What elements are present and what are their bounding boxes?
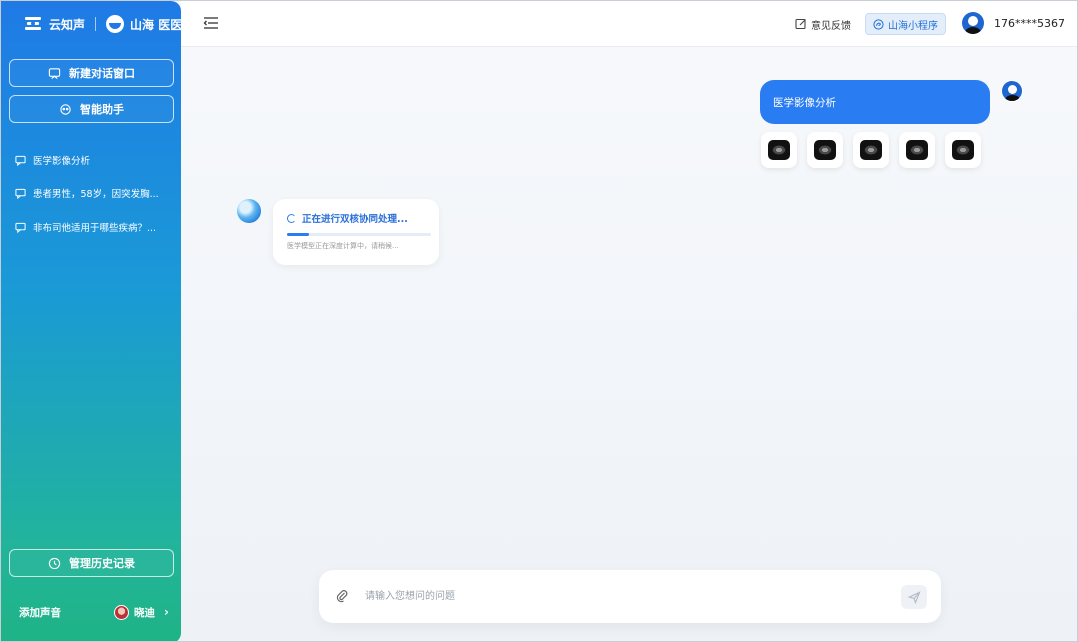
progress-fill (287, 233, 309, 236)
clock-icon (48, 557, 61, 569)
history-item-label: 非布司他适用于哪些疾病？... (33, 223, 157, 234)
feedback-button[interactable]: 意见反馈 (795, 15, 851, 33)
edit-icon (795, 18, 806, 30)
sidebar-user[interactable]: 晓迪 › (114, 604, 169, 620)
avatar[interactable] (962, 12, 984, 34)
chat-bubble-icon (15, 222, 26, 233)
scan-image (906, 140, 928, 160)
history-item-label: 患者男性，58岁，因突发胸... (33, 189, 159, 200)
mini-program-button[interactable]: 山海小程序 (865, 13, 946, 35)
send-button[interactable] (901, 585, 927, 609)
processing-title: 正在进行双核协同处理... (302, 214, 408, 225)
image-thumbnail[interactable] (761, 132, 797, 168)
send-icon (907, 590, 921, 604)
mini-program-label: 山海小程序 (888, 20, 938, 32)
user-message-bubble: 医学影像分析 (760, 80, 990, 124)
history-item[interactable]: 医学影像分析 (15, 152, 173, 168)
progress-bar (287, 233, 431, 236)
mini-program-icon (873, 18, 884, 30)
app-window: 云知声 山海 医医 新建对话窗口 智能助手 医学影像分析 患者男性，58岁，因突… (0, 0, 1078, 642)
image-thumbnail[interactable] (853, 132, 889, 168)
chat-window-icon (48, 67, 61, 79)
sidebar-user-name: 晓迪 (134, 606, 156, 619)
user-phone: 176****5367 (994, 17, 1065, 30)
paperclip-icon[interactable] (335, 589, 349, 603)
processing-status: 正在进行双核协同处理... (287, 211, 408, 225)
new-chat-label: 新建对话窗口 (69, 67, 135, 80)
avatar (114, 604, 130, 620)
history-item[interactable]: 患者男性，58岁，因突发胸... (15, 185, 173, 201)
processing-subtitle: 医学模型正在深度计算中，请稍候... (287, 242, 399, 250)
history-item[interactable]: 非布司他适用于哪些疾病？... (15, 219, 173, 235)
top-header: 意见反馈 山海小程序 176****5367 (181, 1, 1077, 47)
chat-input-bar (319, 570, 941, 623)
scan-image (768, 140, 790, 160)
feedback-label: 意见反馈 (811, 20, 851, 32)
loading-spinner-icon (287, 213, 296, 223)
manage-history-label: 管理历史记录 (69, 557, 135, 570)
image-thumbnail[interactable] (807, 132, 843, 168)
brand: 云知声 山海 医医 (23, 13, 182, 35)
scan-image (860, 140, 882, 160)
shanhai-logo-icon (106, 15, 125, 33)
scan-image (952, 140, 974, 160)
collapse-menu-icon[interactable] (203, 16, 219, 30)
image-thumbnail[interactable] (945, 132, 981, 168)
robot-icon (60, 103, 71, 115)
add-voice-link[interactable]: 添加声音 (19, 605, 61, 620)
assistant-button[interactable]: 智能助手 (9, 95, 174, 123)
history-item-label: 医学影像分析 (33, 156, 91, 167)
brand-name-a: 云知声 (49, 17, 86, 32)
chevron-right-icon: › (164, 605, 169, 619)
scan-image (814, 140, 836, 160)
user-message-text: 医学影像分析 (773, 96, 836, 109)
image-thumbnail[interactable] (899, 132, 935, 168)
sidebar-footer: 添加声音 晓迪 › (19, 603, 169, 621)
sidebar: 云知声 山海 医医 新建对话窗口 智能助手 医学影像分析 患者男性，58岁，因突… (1, 1, 182, 641)
new-chat-button[interactable]: 新建对话窗口 (9, 59, 174, 87)
brand-divider (95, 17, 97, 31)
avatar (1001, 80, 1023, 102)
bot-message-bubble: 正在进行双核协同处理... 医学模型正在深度计算中，请稍候... (273, 199, 439, 265)
message-input[interactable] (365, 586, 885, 606)
yunzhisheng-logo-icon (23, 15, 43, 33)
chat-bubble-icon (15, 188, 26, 199)
bot-avatar-icon (237, 199, 261, 223)
brand-name-b: 山海 医医 (130, 17, 183, 32)
manage-history-button[interactable]: 管理历史记录 (9, 549, 174, 577)
chat-bubble-icon (15, 155, 26, 166)
assistant-label: 智能助手 (80, 103, 124, 116)
